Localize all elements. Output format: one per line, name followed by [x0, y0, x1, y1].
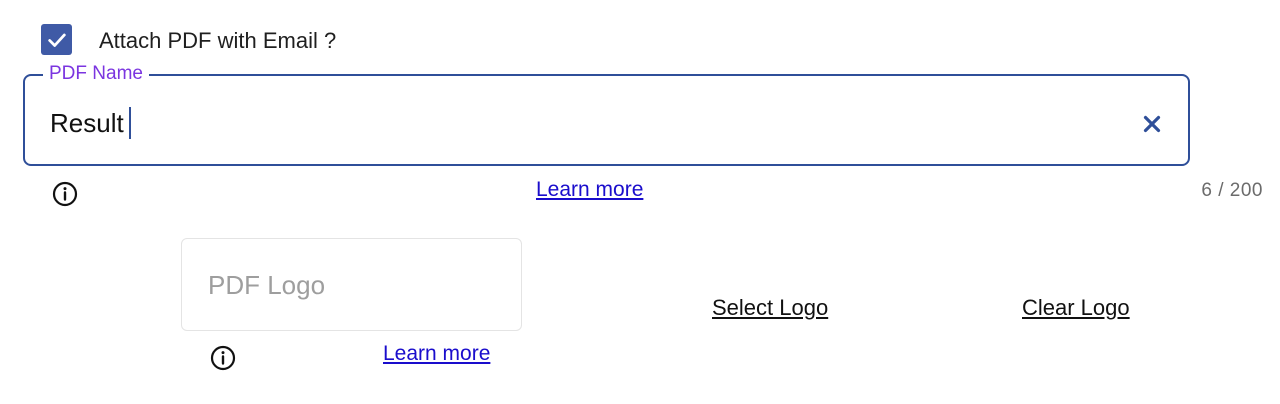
close-icon — [1143, 115, 1161, 133]
pdf-logo-learn-more-link[interactable]: Learn more — [383, 342, 490, 366]
clear-input-button[interactable] — [1138, 110, 1166, 138]
text-caret — [129, 107, 131, 139]
info-icon[interactable] — [209, 344, 237, 372]
pdf-name-label: PDF Name — [43, 63, 149, 85]
pdf-logo-placeholder: PDF Logo — [208, 270, 326, 300]
character-counter: 6 / 200 — [1201, 180, 1263, 201]
pdf-settings-panel: Attach PDF with Email ? PDF Name Learn m… — [0, 0, 1280, 404]
attach-pdf-checkbox[interactable] — [41, 24, 72, 55]
check-icon — [47, 33, 66, 47]
pdf-name-input[interactable] — [50, 106, 1110, 140]
info-icon[interactable] — [51, 180, 79, 208]
select-logo-button[interactable]: Select Logo — [712, 295, 828, 321]
clear-logo-button[interactable]: Clear Logo — [1022, 295, 1130, 321]
pdf-name-learn-more-link[interactable]: Learn more — [536, 178, 643, 202]
attach-pdf-label: Attach PDF with Email ? — [99, 28, 337, 53]
